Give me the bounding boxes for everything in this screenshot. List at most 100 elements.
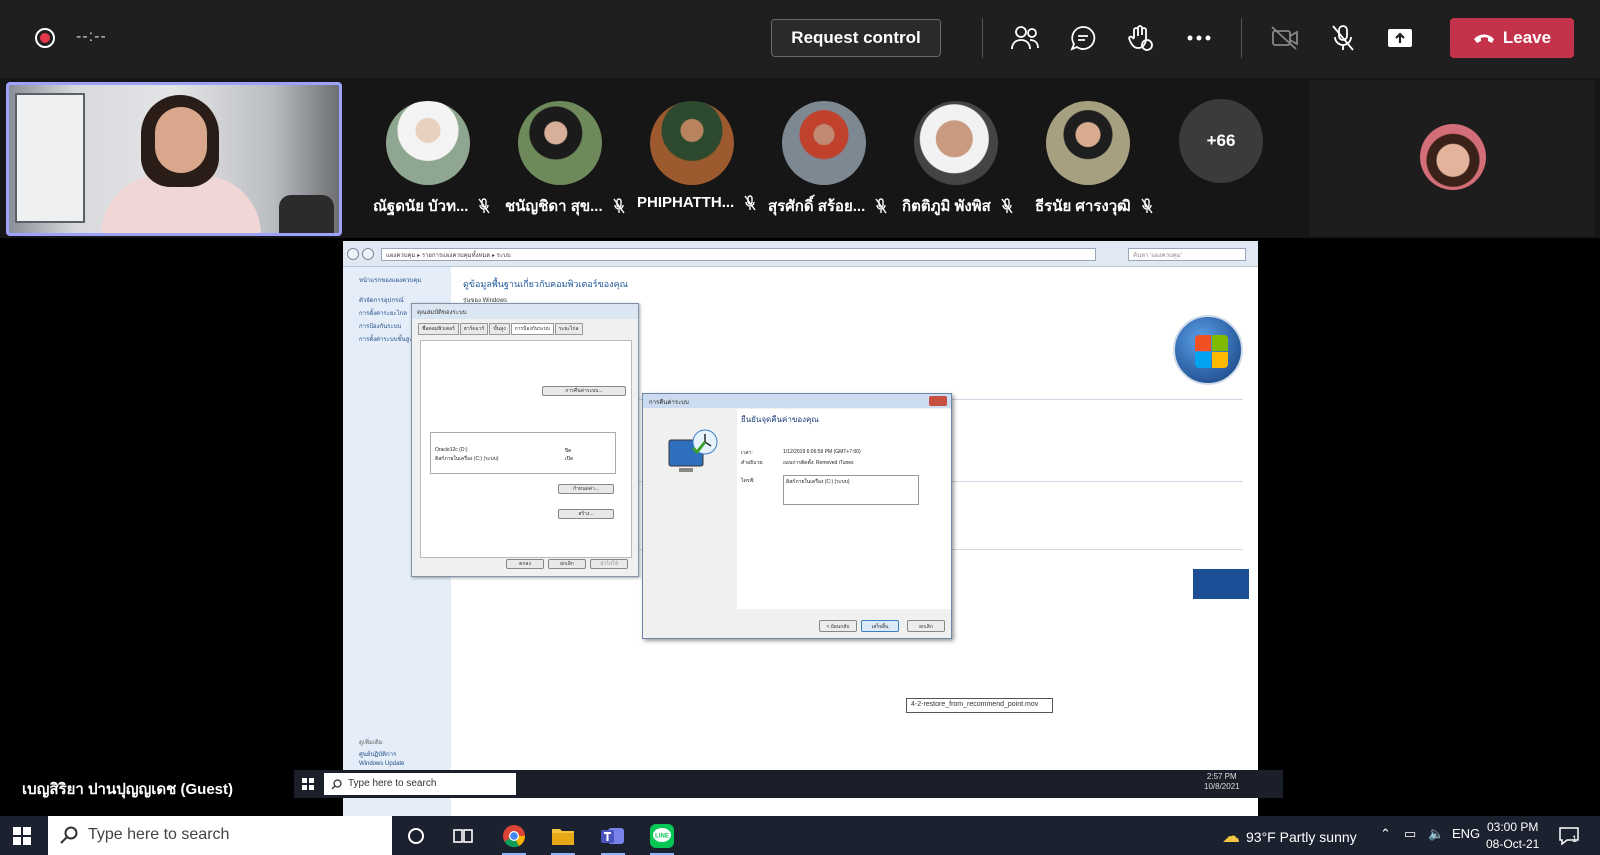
tab-hardware[interactable]: ฮาร์ดแวร์ bbox=[459, 323, 489, 335]
sidebar-link[interactable]: ตัวจัดการอุปกรณ์ bbox=[359, 295, 404, 305]
request-control-button[interactable]: Request control bbox=[771, 19, 941, 57]
windows-start-icon[interactable] bbox=[302, 778, 314, 790]
tab-advanced[interactable]: ขั้นสูง bbox=[489, 323, 510, 335]
apply-button[interactable]: นำไปใช้ bbox=[590, 559, 628, 569]
sidebar-link[interactable]: หน้าแรกของแผงควบคุม bbox=[359, 275, 421, 285]
people-button[interactable] bbox=[1007, 20, 1043, 56]
line-app-button[interactable]: LINE bbox=[648, 822, 676, 850]
chrome-icon bbox=[503, 825, 526, 848]
dialog-heading: ยืนยันจุดคืนค่าของคุณ bbox=[741, 415, 819, 424]
leave-button[interactable]: Leave bbox=[1450, 18, 1574, 58]
configure-button[interactable]: กำหนดค่า... bbox=[558, 484, 614, 494]
ok-button[interactable]: ตกลง bbox=[506, 559, 544, 569]
teams-icon bbox=[601, 828, 624, 844]
notification-button[interactable]: 1 bbox=[1558, 826, 1580, 851]
participant-avatar[interactable] bbox=[518, 101, 602, 185]
presenter-video-tile[interactable] bbox=[6, 82, 342, 236]
drive-state: เปิด bbox=[565, 456, 574, 462]
cortana-button[interactable] bbox=[402, 822, 430, 850]
system-restore-button[interactable]: การคืนค่าระบบ... bbox=[542, 386, 626, 396]
participant-avatar[interactable] bbox=[914, 101, 998, 185]
participant-name: PHIPHATTH... bbox=[637, 194, 756, 211]
participant-avatar[interactable] bbox=[1420, 124, 1486, 190]
taskbar-search[interactable]: Type here to search bbox=[48, 816, 392, 855]
shared-taskbar-search[interactable]: Type here to search bbox=[324, 773, 516, 795]
drive-listbox[interactable]: ดิสก์ภายในเครื่อง (C:) (ระบบ) bbox=[783, 475, 919, 505]
windows-start-icon[interactable] bbox=[13, 827, 31, 845]
address-bar[interactable]: แผงควบคุม ▸ รายการแผงควบคุมทั้งหมด ▸ ระบ… bbox=[381, 248, 1096, 261]
sidebar-link[interactable]: การตั้งค่าระยะไกล bbox=[359, 308, 407, 318]
sidebar-link[interactable]: ศูนย์ปฏิบัติการ bbox=[359, 749, 396, 759]
file-explorer-button[interactable] bbox=[549, 822, 577, 850]
explorer-search[interactable]: ค้นหา 'แผงควบคุม' bbox=[1128, 248, 1246, 261]
network-icon[interactable]: ▭ bbox=[1404, 826, 1416, 842]
finish-button[interactable]: เสร็จสิ้น bbox=[861, 620, 899, 632]
search-icon bbox=[331, 779, 342, 790]
participant-avatar[interactable] bbox=[1046, 101, 1130, 185]
recording-icon bbox=[35, 28, 55, 48]
svg-text:LINE: LINE bbox=[655, 834, 669, 840]
tray-expand-icon[interactable]: ⌃ bbox=[1380, 826, 1391, 842]
cancel-button[interactable]: ยกเลิก bbox=[907, 620, 945, 632]
tab-computer-name[interactable]: ชื่อคอมพิวเตอร์ bbox=[418, 323, 459, 335]
phone-hangup-icon bbox=[1473, 34, 1494, 43]
mic-off-icon bbox=[1332, 25, 1354, 51]
participant-name: ชนัญชิดา สุข... bbox=[505, 194, 625, 218]
tab-remote[interactable]: ระยะไกล bbox=[554, 323, 583, 335]
sidebar-link[interactable]: การตั้งค่าระบบขั้นสูง bbox=[359, 334, 412, 344]
field-label: ไดรฟ์: bbox=[741, 478, 755, 484]
sidebar-link[interactable]: การป้องกันระบบ bbox=[359, 321, 401, 331]
leave-label: Leave bbox=[1502, 28, 1552, 47]
camera-button[interactable] bbox=[1267, 20, 1303, 56]
task-view-icon bbox=[453, 829, 473, 843]
weather-widget[interactable]: ☁ 93°F Partly sunny bbox=[1222, 826, 1357, 847]
drive-item[interactable]: ดิสก์ภายในเครื่อง (C:) (ระบบ) bbox=[435, 455, 499, 463]
more-icon bbox=[1187, 35, 1211, 41]
participant-avatar[interactable] bbox=[650, 101, 734, 185]
share-button[interactable] bbox=[1382, 20, 1418, 56]
task-view-button[interactable] bbox=[449, 822, 477, 850]
volume-icon[interactable]: 🔈 bbox=[1428, 826, 1444, 842]
more-participants-button[interactable]: +66 bbox=[1179, 99, 1263, 183]
cortana-icon bbox=[408, 828, 424, 844]
microsoft-genuine-logo bbox=[1193, 569, 1249, 599]
folder-icon bbox=[552, 829, 574, 845]
dialog-title: การคืนค่าระบบ bbox=[643, 394, 951, 408]
system-clock[interactable]: 03:00 PM 08-Oct-21 bbox=[1486, 819, 1539, 853]
dialog-title: คุณสมบัติของระบบ bbox=[412, 304, 638, 319]
language-indicator[interactable]: ENG bbox=[1452, 826, 1480, 841]
mic-off-icon bbox=[1141, 198, 1153, 214]
participant-avatar[interactable] bbox=[782, 101, 866, 185]
forward-icon[interactable] bbox=[362, 248, 374, 260]
notification-count: 1 bbox=[1572, 834, 1578, 844]
more-options-button[interactable] bbox=[1181, 20, 1217, 56]
participant-name: ณัฐดนัย บัวท... bbox=[373, 194, 491, 218]
chat-button[interactable] bbox=[1065, 20, 1101, 56]
restore-computer-icon bbox=[665, 428, 721, 478]
participant-avatar[interactable] bbox=[386, 101, 470, 185]
mic-off-icon bbox=[875, 198, 887, 214]
drive-list[interactable]: Oracle12c (D:) ปิด ดิสก์ภายในเครื่อง (C:… bbox=[430, 432, 616, 474]
dialog-content: ยืนยันจุดคืนค่าของคุณ เวลา: 1/12/2019 6:… bbox=[737, 409, 951, 609]
mic-off-icon bbox=[613, 198, 625, 214]
close-icon[interactable] bbox=[929, 396, 947, 406]
tab-system-protection[interactable]: การป้องกันระบบ bbox=[510, 323, 554, 335]
teams-button[interactable] bbox=[599, 822, 627, 850]
shared-screen: แผงควบคุม ▸ รายการแผงควบคุมทั้งหมด ▸ ระบ… bbox=[343, 241, 1258, 816]
chat-icon bbox=[1070, 26, 1096, 51]
drive-item[interactable]: Oracle12c (D:) bbox=[435, 447, 468, 453]
sidebar-link[interactable]: Windows Update bbox=[359, 761, 404, 767]
share-tray-icon bbox=[1388, 29, 1412, 47]
back-icon[interactable] bbox=[347, 248, 359, 260]
chrome-button[interactable] bbox=[500, 822, 528, 850]
mic-off-icon bbox=[744, 194, 756, 210]
create-button[interactable]: สร้าง... bbox=[558, 509, 614, 519]
back-button[interactable]: < ย้อนกลับ bbox=[819, 620, 857, 632]
cancel-button[interactable]: ยกเลิก bbox=[548, 559, 586, 569]
field-label: คำอธิบาย: bbox=[741, 460, 764, 466]
mic-button[interactable] bbox=[1325, 20, 1361, 56]
file-tooltip: 4-2-restore_from_recommend_point.mov bbox=[906, 698, 1053, 713]
reactions-button[interactable] bbox=[1122, 20, 1158, 56]
drive-state: ปิด bbox=[565, 448, 572, 454]
search-icon bbox=[60, 826, 78, 844]
